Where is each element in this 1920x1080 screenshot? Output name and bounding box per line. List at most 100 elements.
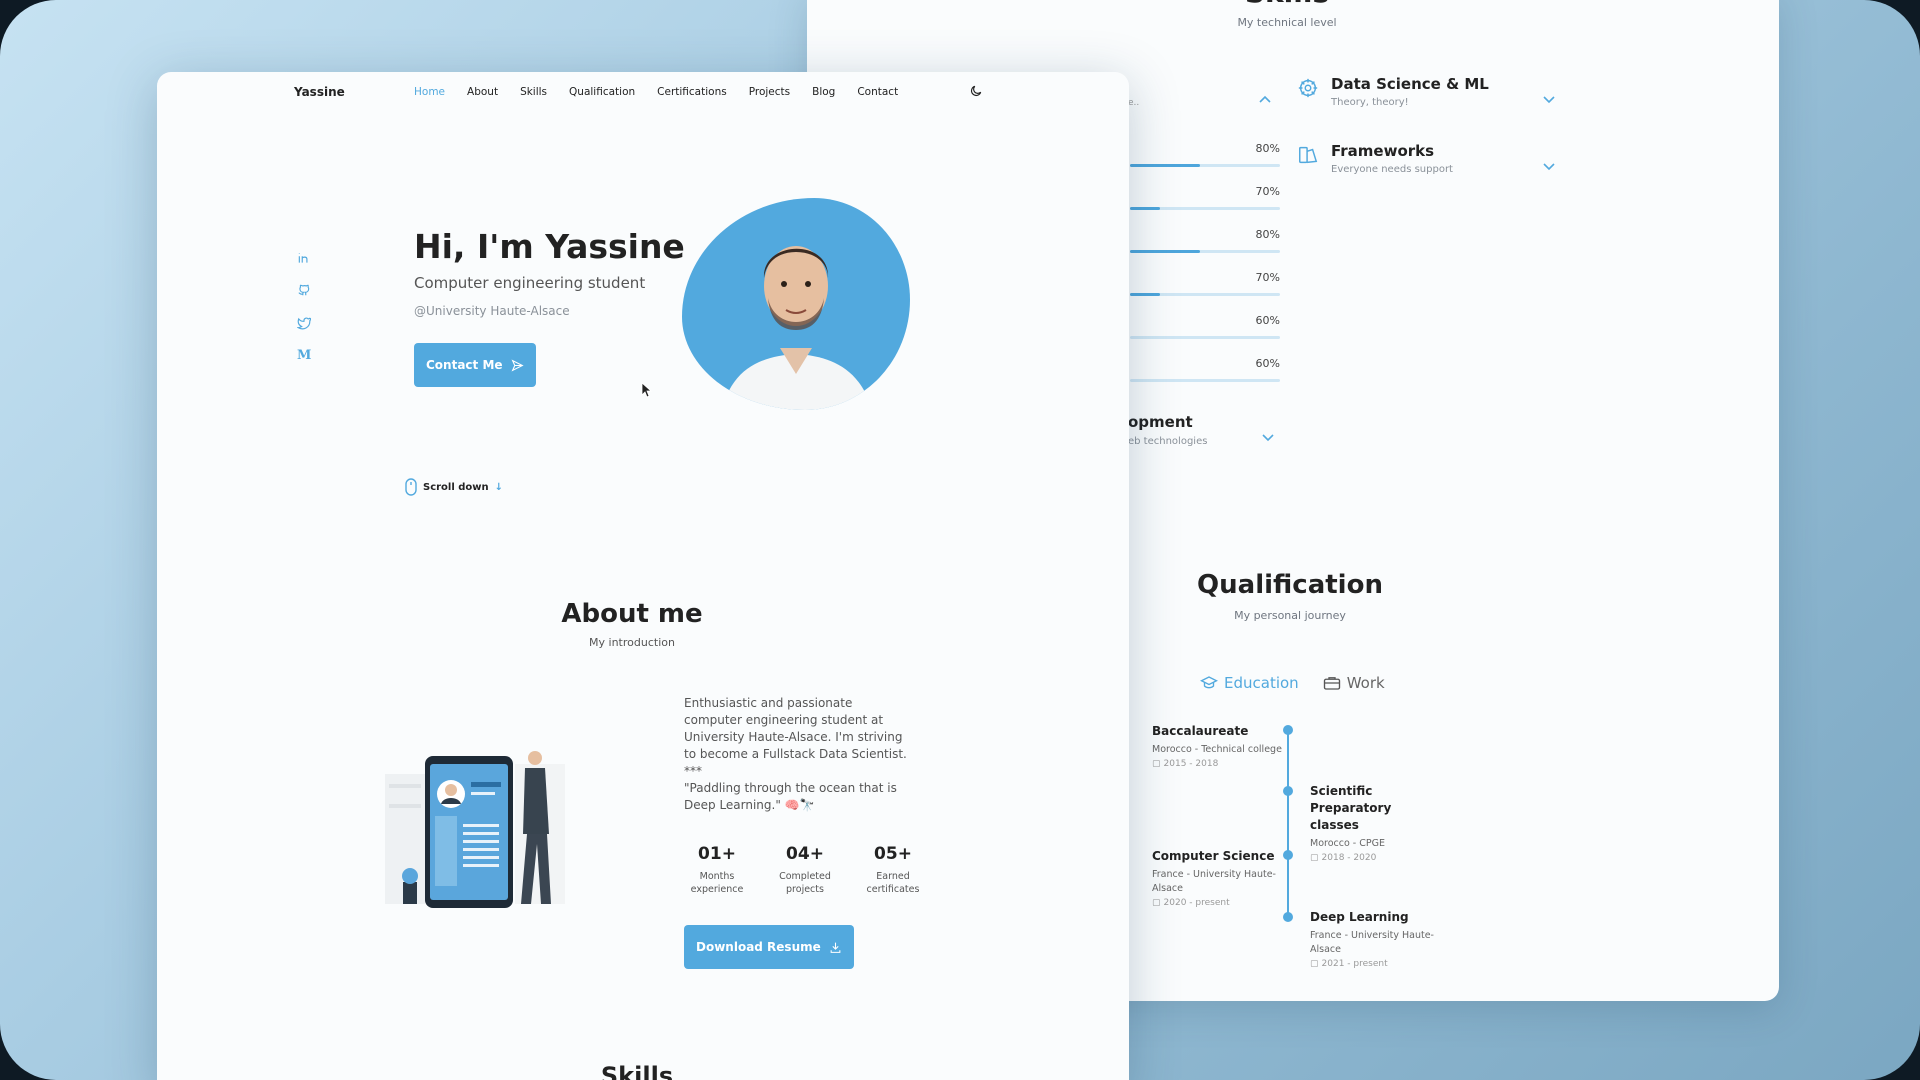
navbar: Yassine Home About Skills Qualification … [157,72,1129,112]
chevron-down-icon[interactable] [1543,89,1555,108]
chevron-up-icon[interactable] [1259,88,1271,107]
nav-home[interactable]: Home [414,86,445,98]
qualification-title: Qualification [1197,570,1383,600]
layers-icon [1297,144,1321,168]
profile-photo [682,198,910,410]
scroll-label: Scroll down [423,481,489,493]
timeline-item-title: Baccalaureate [1152,724,1249,738]
skill-bar-track [1130,379,1280,382]
timeline-item: Deep Learning France - University Haute-… [1310,909,1440,969]
skill-bar: 60% [1130,357,1280,387]
nav-contact[interactable]: Contact [857,86,898,98]
timeline-item-dates: ▢ 2015 - 2018 [1152,759,1219,769]
qualification-tabs: Education Work [1200,674,1385,692]
timeline-item-dates: ▢ 2021 - present [1310,959,1388,969]
timeline-item-dates: ▢ 2020 - present [1152,898,1230,908]
skill-bar-percent: 60% [1255,314,1280,327]
person-photo [722,246,872,410]
nav-blog[interactable]: Blog [812,86,835,98]
skill-bar-percent: 70% [1255,185,1280,198]
nav-about[interactable]: About [467,86,498,98]
stat-number: 04+ [786,844,824,864]
contact-me-button[interactable]: Contact Me [414,343,536,387]
nav-projects[interactable]: Projects [749,86,790,98]
skill-category-frameworks[interactable]: Frameworks Everyone needs support [1297,142,1453,175]
timeline-item-place: Morocco - Technical college [1152,744,1282,755]
about-quote: "Paddling through the ocean that is Deep… [684,781,897,812]
mouse-cursor [641,382,653,398]
calendar-icon: ▢ [1310,959,1319,969]
skills-title-cut: Skills [1207,0,1367,9]
about-illustration [385,751,565,908]
category-title: Frameworks [1331,142,1435,160]
twitter-icon[interactable] [296,315,312,330]
stat-number: 05+ [874,844,912,864]
github-icon[interactable] [297,282,311,296]
stat-experience: 01+ Months experience [684,844,750,896]
skill-bar-track [1130,250,1280,253]
hero-subtitle: Computer engineering student [414,274,646,292]
skill-bar: 80% [1130,142,1280,172]
button-label: Contact Me [426,358,503,372]
timeline-dot [1283,912,1293,922]
tab-work[interactable]: Work [1323,674,1385,692]
skill-bar-track [1130,207,1280,210]
chevron-down-icon[interactable] [1543,156,1555,175]
timeline-item-dates: ▢ 2018 - 2020 [1310,853,1377,863]
cut-category-subtitle: eb technologies [1128,436,1208,447]
tab-label: Education [1224,674,1299,692]
timeline-item: Baccalaureate Morocco - Technical colleg… [1152,723,1282,769]
nav-skills[interactable]: Skills [520,86,547,98]
chevron-down-icon[interactable] [1262,427,1274,446]
nav-qualification[interactable]: Qualification [569,86,635,98]
about-stats: 01+ Months experience 04+ Completed proj… [684,844,926,896]
mouse-icon [405,478,417,496]
skill-bar: 70% [1130,271,1280,301]
about-separator: *** [684,764,702,778]
tab-label: Work [1346,674,1385,692]
timeline-item-place: France - University Haute-Alsace [1310,930,1434,955]
nav-certifications[interactable]: Certifications [657,86,727,98]
calendar-icon: ▢ [1310,853,1319,863]
timeline-item: Computer Science France - University Hau… [1152,848,1282,908]
category-subtitle: Everyone needs support [1331,164,1453,175]
tab-education[interactable]: Education [1200,674,1299,692]
timeline-item: Scientific Preparatory classes Morocco -… [1310,783,1440,863]
skill-bar-percent: 60% [1255,357,1280,370]
timeline-item-title: Deep Learning [1310,910,1409,924]
arrow-down-icon: ↓ [494,481,504,493]
skill-bar-track [1130,336,1280,339]
qualification-subtitle: My personal journey [1234,609,1346,622]
send-icon [511,358,524,372]
linkedin-icon[interactable] [297,250,311,264]
timeline-item-place: Morocco - CPGE [1310,838,1385,849]
timeline-dot [1283,786,1293,796]
cut-category-title: opment [1128,413,1193,431]
skill-bar: 70% [1130,185,1280,215]
skill-bar-percent: 80% [1255,142,1280,155]
category-subtitle: Theory, theory! [1331,97,1409,108]
moon-icon[interactable] [969,83,985,99]
timeline-dot [1283,850,1293,860]
hero-title: Hi, I'm Yassine [414,227,685,266]
skill-category-data-science[interactable]: Data Science & ML Theory, theory! [1297,75,1489,108]
calendar-icon: ▢ [1152,759,1161,769]
category-title: Data Science & ML [1331,75,1489,93]
skill-bar-percent: 80% [1255,228,1280,241]
skill-bar-fill [1130,164,1200,167]
about-title: About me [561,599,703,629]
desktop-background: Skills My technical level e.. Data Scien… [0,0,1920,1080]
atom-icon [1297,77,1321,101]
download-resume-button[interactable]: Download Resume [684,925,854,969]
skill-bar-fill [1130,250,1200,253]
hero-university: @University Haute-Alsace [414,304,570,318]
timeline-dot [1283,725,1293,735]
about-paragraph: Enthusiastic and passionate computer eng… [684,696,907,761]
about-subtitle: My introduction [589,636,675,649]
site-logo[interactable]: Yassine [294,85,345,99]
skill-bar: 80% [1130,228,1280,258]
medium-icon[interactable]: M [297,348,311,363]
download-icon [830,942,841,953]
scroll-down[interactable]: Scroll down ↓ [405,478,503,496]
timeline-item-title: Scientific Preparatory classes [1310,784,1392,832]
